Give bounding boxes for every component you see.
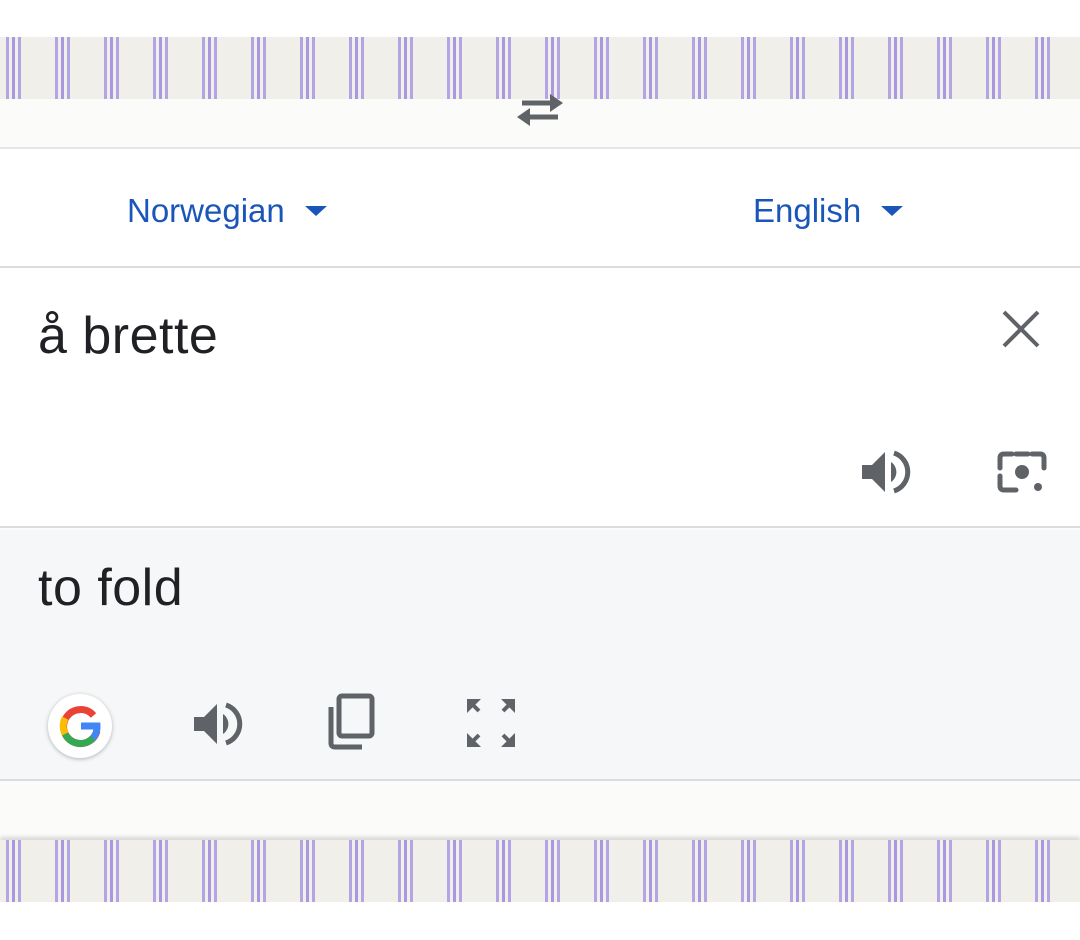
target-language-label: English bbox=[753, 192, 862, 229]
target-language-selector[interactable]: English bbox=[753, 191, 904, 231]
translated-text: to fold bbox=[38, 559, 184, 617]
google-search-button[interactable] bbox=[48, 694, 112, 758]
google-logo-icon bbox=[59, 706, 101, 748]
swap-languages-button[interactable] bbox=[510, 85, 570, 135]
chevron-down-icon bbox=[881, 206, 904, 216]
fullscreen-button[interactable] bbox=[462, 694, 520, 752]
translate-card: Norwegian English å brette to fold bbox=[0, 99, 1080, 840]
swap-icon bbox=[517, 94, 563, 126]
speaker-icon bbox=[194, 702, 243, 746]
translation-result-panel: to fold bbox=[0, 530, 1080, 781]
speaker-icon bbox=[862, 450, 911, 494]
source-language-selector[interactable]: Norwegian bbox=[127, 191, 327, 231]
chevron-down-icon bbox=[304, 206, 327, 216]
fullscreen-icon bbox=[467, 699, 515, 747]
source-input-panel[interactable]: å brette bbox=[0, 268, 1080, 528]
listen-translation-button[interactable] bbox=[188, 696, 244, 752]
clear-button[interactable] bbox=[998, 306, 1044, 352]
copy-translation-button[interactable] bbox=[324, 692, 380, 752]
copy-icon bbox=[328, 693, 375, 750]
striped-background-bottom bbox=[0, 840, 1080, 902]
camera-button[interactable] bbox=[994, 444, 1050, 500]
source-language-label: Norwegian bbox=[127, 192, 285, 229]
language-bar: Norwegian English bbox=[0, 147, 1080, 268]
close-icon bbox=[1002, 310, 1040, 348]
source-text[interactable]: å brette bbox=[38, 306, 218, 366]
listen-source-button[interactable] bbox=[856, 444, 912, 500]
camera-icon bbox=[997, 451, 1047, 493]
